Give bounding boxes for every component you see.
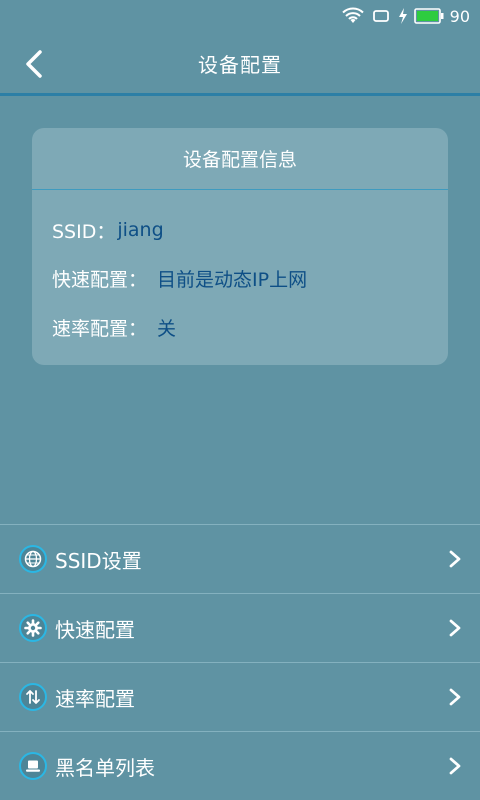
info-value: jiang: [117, 219, 164, 241]
status-bar: 90: [0, 0, 480, 32]
menu-item-label: 黑名单列表: [55, 755, 155, 780]
battery-indicator: 90: [398, 7, 470, 26]
info-row-quick-config: 快速配置： 目前是动态IP上网: [52, 264, 307, 292]
globe-icon: [19, 545, 47, 573]
up-down-arrows-icon: [19, 683, 47, 711]
info-value: 关: [157, 317, 177, 340]
chevron-right-icon: [449, 757, 461, 775]
card-header: 设备配置信息: [32, 128, 448, 190]
menu-item-label: 快速配置: [55, 617, 135, 642]
menu-item-label: SSID设置: [55, 548, 142, 573]
header-divider: [0, 93, 480, 96]
card-title: 设备配置信息: [182, 149, 297, 171]
device-config-info-card: 设备配置信息 SSID： jiang 快速配置： 目前是动态IP上网 速率配置：…: [32, 128, 448, 365]
chevron-right-icon: [449, 619, 461, 637]
chevron-right-icon: [449, 550, 461, 568]
settings-menu: SSID设置 快速配置 速率配置 黑名单列表: [0, 524, 480, 800]
wifi-icon: [341, 7, 364, 23]
battery-level: 90: [449, 6, 470, 26]
menu-item-ssid-settings[interactable]: SSID设置: [0, 525, 480, 594]
info-row-rate-config: 速率配置： 关: [52, 313, 176, 341]
info-row-ssid: SSID： jiang: [52, 216, 164, 244]
menu-item-blacklist[interactable]: 黑名单列表: [0, 732, 480, 800]
menu-item-quick-config[interactable]: 快速配置: [0, 594, 480, 663]
info-label: 速率配置：: [52, 317, 148, 340]
header: 设备配置: [0, 32, 480, 94]
charging-icon: [398, 8, 407, 24]
gear-icon: [19, 614, 47, 642]
info-label: 快速配置：: [52, 268, 148, 291]
menu-item-rate-config[interactable]: 速率配置: [0, 663, 480, 732]
menu-item-label: 速率配置: [55, 686, 135, 711]
chevron-right-icon: [449, 688, 461, 706]
laptop-icon: [19, 752, 47, 780]
info-value: 目前是动态IP上网: [157, 268, 308, 291]
page-title: 设备配置: [198, 52, 282, 77]
battery-icon: [413, 8, 444, 24]
screen-rotation-icon: [372, 10, 389, 22]
info-label: SSID：: [52, 220, 116, 243]
